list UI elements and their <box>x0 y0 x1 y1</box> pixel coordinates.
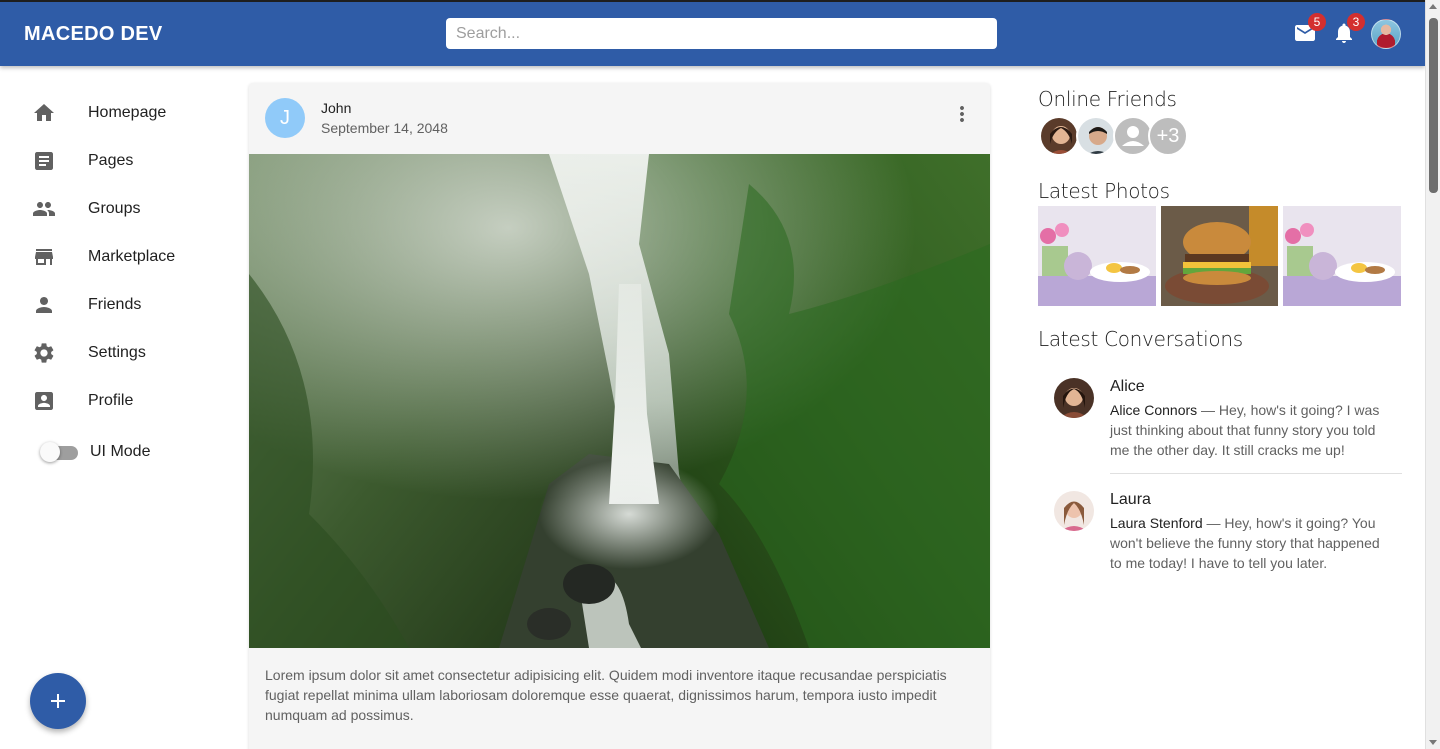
conversation-sender: Laura Stenford <box>1110 515 1203 531</box>
add-button[interactable] <box>30 673 86 729</box>
groups-icon <box>32 197 56 221</box>
app-bar: MACEDO DEV 5 3 <box>0 2 1425 66</box>
latest-photo-thumbnail[interactable] <box>1038 206 1156 306</box>
sidebar-item-label: Friends <box>88 296 142 313</box>
conversation-sender: Alice Connors <box>1110 402 1198 418</box>
sidebar-item-label: Groups <box>88 200 141 217</box>
conversation-title: Laura <box>1110 491 1151 508</box>
online-friend-avatar[interactable] <box>1039 116 1079 156</box>
ui-mode-row: UI Mode <box>40 440 220 464</box>
latest-photo-thumbnail[interactable] <box>1161 206 1279 306</box>
sidebar-item-profile[interactable]: Profile <box>0 377 230 425</box>
article-icon <box>32 149 56 173</box>
online-friends-title: Online Friends <box>1038 87 1177 111</box>
settings-icon <box>32 341 56 365</box>
sidebar-item-groups[interactable]: Groups <box>0 185 230 233</box>
conversation-item[interactable]: Laura Laura Stenford — Hey, how's it goi… <box>1040 491 1402 591</box>
notifications-badge: 3 <box>1347 13 1365 31</box>
conversation-item[interactable]: Alice Alice Connors — Hey, how's it goin… <box>1040 378 1402 474</box>
conversation-title: Alice <box>1110 378 1145 395</box>
latest-conversations-title: Latest Conversations <box>1038 327 1243 351</box>
post-author-name[interactable]: John <box>321 100 351 116</box>
switch-thumb <box>40 442 60 462</box>
ui-mode-switch[interactable] <box>40 440 80 464</box>
more-vert-icon[interactable] <box>950 102 974 126</box>
plus-icon <box>51 694 65 708</box>
online-friends-more[interactable]: +3 <box>1148 116 1188 156</box>
conversation-avatar <box>1054 491 1094 531</box>
mail-badge: 5 <box>1308 13 1326 31</box>
sidebar-item-label: Marketplace <box>88 248 176 265</box>
home-icon <box>32 101 56 125</box>
scrollbar-thumb[interactable] <box>1429 18 1438 193</box>
post-card: J John September 14, 2048 Lorem ipsum do… <box>249 83 990 749</box>
post-image <box>249 154 990 648</box>
person-icon <box>32 293 56 317</box>
account-box-icon <box>32 389 56 413</box>
post-author-avatar[interactable]: J <box>265 98 305 138</box>
sidebar-item-pages[interactable]: Pages <box>0 137 230 185</box>
sidebar-item-friends[interactable]: Friends <box>0 281 230 329</box>
sidebar-item-marketplace[interactable]: Marketplace <box>0 233 230 281</box>
user-avatar[interactable] <box>1371 19 1401 49</box>
sidebar-item-label: Homepage <box>88 104 167 121</box>
post-date: September 14, 2048 <box>321 120 448 136</box>
mail-button[interactable]: 5 <box>1293 13 1326 45</box>
latest-photo-thumbnail[interactable] <box>1283 206 1401 306</box>
latest-photos-title: Latest Photos <box>1038 179 1170 203</box>
sidebar: Homepage Pages Groups Marketplace Friend… <box>0 66 230 749</box>
sidebar-item-label: Profile <box>88 392 134 409</box>
conversation-preview: Alice Connors — Hey, how's it going? I w… <box>1110 400 1390 460</box>
online-friend-avatar[interactable] <box>1076 116 1116 156</box>
sidebar-item-label: Pages <box>88 152 134 169</box>
ui-mode-label: UI Mode <box>90 443 151 460</box>
sidebar-item-homepage[interactable]: Homepage <box>0 89 230 137</box>
scroll-up-icon[interactable] <box>1429 4 1437 9</box>
page-scrollbar[interactable] <box>1425 0 1440 749</box>
online-friend-avatar[interactable] <box>1113 116 1153 156</box>
search-input[interactable] <box>446 18 997 49</box>
sidebar-item-settings[interactable]: Settings <box>0 329 230 377</box>
notifications-button[interactable]: 3 <box>1332 13 1365 45</box>
conversation-preview: Laura Stenford — Hey, how's it going? Yo… <box>1110 513 1390 573</box>
sidebar-item-label: Settings <box>88 344 146 361</box>
conversation-avatar <box>1054 378 1094 418</box>
post-body-text: Lorem ipsum dolor sit amet consectetur a… <box>265 667 947 723</box>
scroll-down-icon[interactable] <box>1429 740 1437 745</box>
storefront-icon <box>32 245 56 269</box>
divider <box>1110 473 1402 474</box>
brand-logo[interactable]: MACEDO DEV <box>24 23 163 46</box>
person-icon <box>1122 126 1144 146</box>
